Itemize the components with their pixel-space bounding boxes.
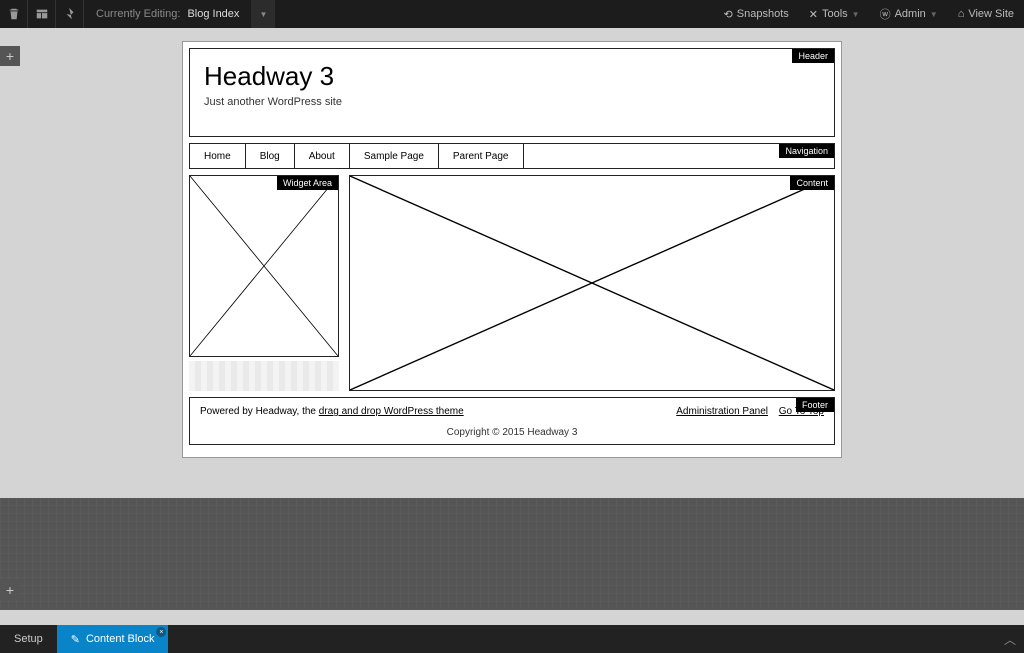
home-icon: ⌂ <box>958 8 965 20</box>
tools-menu[interactable]: ✕Tools▼ <box>799 0 870 28</box>
chevron-up-icon: ︿ <box>1004 631 1016 648</box>
pin-icon[interactable] <box>56 0 84 28</box>
delete-icon[interactable] <box>0 0 28 28</box>
placeholder-x-icon <box>190 176 338 356</box>
topbar-right: ⟲Snapshots ✕Tools▼ ⓦAdmin▼ ⌂View Site <box>714 0 1024 28</box>
navigation-block[interactable]: Navigation Home Blog About Sample Page P… <box>189 143 835 169</box>
footer-left: Powered by Headway, the drag and drop Wo… <box>200 406 464 417</box>
pencil-icon: ✎ <box>71 633 80 646</box>
close-tab-icon[interactable]: × <box>156 627 166 637</box>
site-tagline: Just another WordPress site <box>204 96 820 108</box>
nav-item-about[interactable]: About <box>295 144 350 168</box>
editing-label: Currently Editing: <box>96 8 180 20</box>
footer-block-label: Footer <box>796 398 834 412</box>
setup-tab[interactable]: Setup <box>0 625 57 653</box>
nav-item-home[interactable]: Home <box>190 144 246 168</box>
editing-dropdown[interactable]: ▼ <box>251 0 275 28</box>
chevron-down-icon: ▼ <box>930 10 938 19</box>
currently-editing: Currently Editing: Blog Index <box>84 0 251 28</box>
footer-powered-link[interactable]: drag and drop WordPress theme <box>319 406 464 417</box>
tools-icon: ✕ <box>809 8 818 21</box>
grid-stub <box>189 361 339 391</box>
snapshots-menu[interactable]: ⟲Snapshots <box>714 0 799 28</box>
placeholder-x-icon <box>350 176 834 390</box>
widget-area-block[interactable]: Widget Area <box>189 175 339 357</box>
view-site-menu[interactable]: ⌂View Site <box>948 0 1024 28</box>
content-block-label: Content <box>790 176 834 190</box>
widget-column: Widget Area <box>189 175 339 391</box>
mid-row: Widget Area Content <box>189 175 835 391</box>
footer-block[interactable]: Footer Powered by Headway, the drag and … <box>189 397 835 445</box>
footer-powered-pre: Powered by Headway, the <box>200 406 319 417</box>
workspace: + Header Headway 3 Just another WordPres… <box>0 28 1024 610</box>
nav-item-parent[interactable]: Parent Page <box>439 144 524 168</box>
lower-grid-area[interactable] <box>0 498 1024 610</box>
nav-item-blog[interactable]: Blog <box>246 144 295 168</box>
navigation-block-label: Navigation <box>779 144 834 158</box>
chevron-down-icon: ▼ <box>852 10 860 19</box>
site-title: Headway 3 <box>204 61 820 92</box>
content-block[interactable]: Content <box>349 175 835 391</box>
widget-area-label: Widget Area <box>277 176 338 190</box>
nav-item-sample[interactable]: Sample Page <box>350 144 439 168</box>
header-block-label: Header <box>792 49 834 63</box>
admin-panel-link[interactable]: Administration Panel <box>676 406 768 417</box>
editing-value: Blog Index <box>187 8 239 20</box>
expand-panel-button[interactable]: ︿ <box>996 625 1024 653</box>
wordpress-icon: ⓦ <box>880 6 891 22</box>
footer-copyright: Copyright © 2015 Headway 3 <box>200 427 824 438</box>
layout-canvas[interactable]: Header Headway 3 Just another WordPress … <box>182 41 842 458</box>
footer-row: Powered by Headway, the drag and drop Wo… <box>200 406 824 417</box>
layout-icon[interactable] <box>28 0 56 28</box>
add-block-bottom-button[interactable]: + <box>0 580 20 600</box>
top-bar: Currently Editing: Blog Index ▼ ⟲Snapsho… <box>0 0 1024 28</box>
admin-menu[interactable]: ⓦAdmin▼ <box>870 0 948 28</box>
content-block-tab[interactable]: ✎ Content Block × <box>57 625 169 653</box>
bottom-bar: Setup ✎ Content Block × ︿ <box>0 625 1024 653</box>
chevron-down-icon: ▼ <box>259 10 267 19</box>
header-block[interactable]: Header Headway 3 Just another WordPress … <box>189 48 835 137</box>
topbar-left: Currently Editing: Blog Index ▼ <box>0 0 275 28</box>
refresh-icon: ⟲ <box>724 8 733 21</box>
add-block-top-button[interactable]: + <box>0 46 20 66</box>
